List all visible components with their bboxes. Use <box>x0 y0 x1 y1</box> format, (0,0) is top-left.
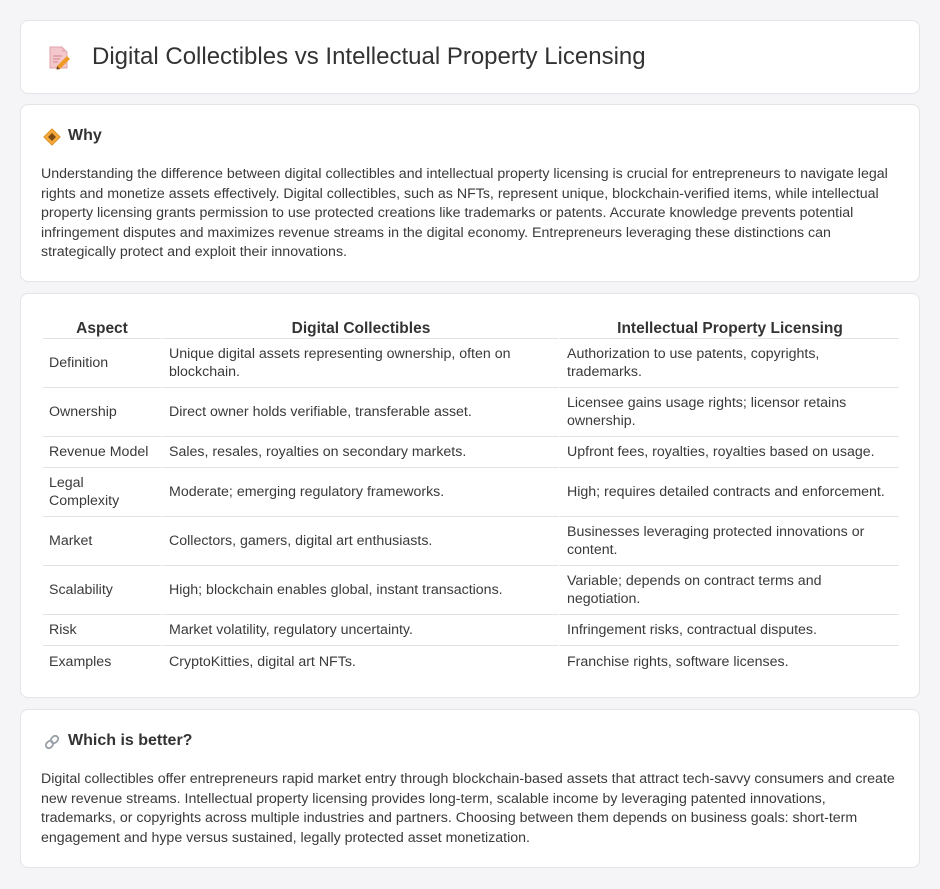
table-row: Market Collectors, gamers, digital art e… <box>43 517 899 566</box>
diamond-sign-icon <box>43 128 61 146</box>
digital-collectibles-cell: Market volatility, regulatory uncertaint… <box>161 615 559 646</box>
aspect-cell: Legal Complexity <box>43 468 161 517</box>
table-row: Ownership Direct owner holds verifiable,… <box>43 388 899 437</box>
table-row: Legal Complexity Moderate; emerging regu… <box>43 468 899 517</box>
ip-licensing-cell: Infringement risks, contractual disputes… <box>559 615 899 646</box>
why-heading: Why <box>68 127 102 144</box>
ip-licensing-cell: Licensee gains usage rights; licensor re… <box>559 388 899 437</box>
table-row: Risk Market volatility, regulatory uncer… <box>43 615 899 646</box>
table-row: Revenue Model Sales, resales, royalties … <box>43 437 899 468</box>
table-row: Definition Unique digital assets represe… <box>43 339 899 388</box>
digital-collectibles-cell: Unique digital assets representing owner… <box>161 339 559 388</box>
table-row: Examples CryptoKitties, digital art NFTs… <box>43 646 899 677</box>
digital-collectibles-cell: CryptoKitties, digital art NFTs. <box>161 646 559 677</box>
digital-collectibles-cell: Moderate; emerging regulatory frameworks… <box>161 468 559 517</box>
column-header-digital-collectibles: Digital Collectibles <box>161 315 559 339</box>
page-title: Digital Collectibles vs Intellectual Pro… <box>92 43 646 70</box>
which-is-better-heading: Which is better? <box>68 732 193 749</box>
aspect-cell: Examples <box>49 653 112 670</box>
digital-collectibles-cell: Sales, resales, royalties on secondary m… <box>161 437 559 468</box>
link-icon <box>44 734 60 750</box>
which-is-better-text: Digital collectibles offer entrepreneurs… <box>41 771 895 846</box>
ip-licensing-cell: Businesses leveraging protected innovati… <box>559 517 899 566</box>
aspect-cell: Ownership <box>43 388 161 437</box>
digital-collectibles-cell: Collectors, gamers, digital art enthusia… <box>161 517 559 566</box>
document-pen-icon <box>49 46 70 70</box>
ip-licensing-cell: High; requires detailed contracts and en… <box>559 468 899 517</box>
digital-collectibles-cell: Direct owner holds verifiable, transfera… <box>161 388 559 437</box>
aspect-cell: Market <box>43 517 161 566</box>
table-row: Scalability High; blockchain enables glo… <box>43 566 899 615</box>
ip-licensing-cell: Franchise rights, software licenses. <box>559 646 899 677</box>
aspect-cell: Risk <box>43 615 161 646</box>
comparison-table: Aspect Digital Collectibles Intellectual… <box>43 315 899 677</box>
why-text: Understanding the difference between dig… <box>41 166 888 261</box>
which-is-better-section: Which is better? Digital collectibles of… <box>20 709 920 868</box>
digital-collectibles-cell: High; blockchain enables global, instant… <box>161 566 559 615</box>
title-card: Digital Collectibles vs Intellectual Pro… <box>20 20 920 94</box>
comparison-section: Aspect Digital Collectibles Intellectual… <box>20 293 920 698</box>
why-section: Why Understanding the difference between… <box>20 104 920 282</box>
aspect-cell: Scalability <box>43 566 161 615</box>
ip-licensing-cell: Authorization to use patents, copyrights… <box>559 339 899 388</box>
aspect-cell: Definition <box>43 339 161 388</box>
column-header-ip-licensing: Intellectual Property Licensing <box>559 315 899 339</box>
ip-licensing-cell: Upfront fees, royalties, royalties based… <box>559 437 899 468</box>
column-header-aspect: Aspect <box>43 315 161 339</box>
aspect-cell: Revenue Model <box>43 437 161 468</box>
table-header-row: Aspect Digital Collectibles Intellectual… <box>43 315 899 339</box>
ip-licensing-cell: Variable; depends on contract terms and … <box>559 566 899 615</box>
